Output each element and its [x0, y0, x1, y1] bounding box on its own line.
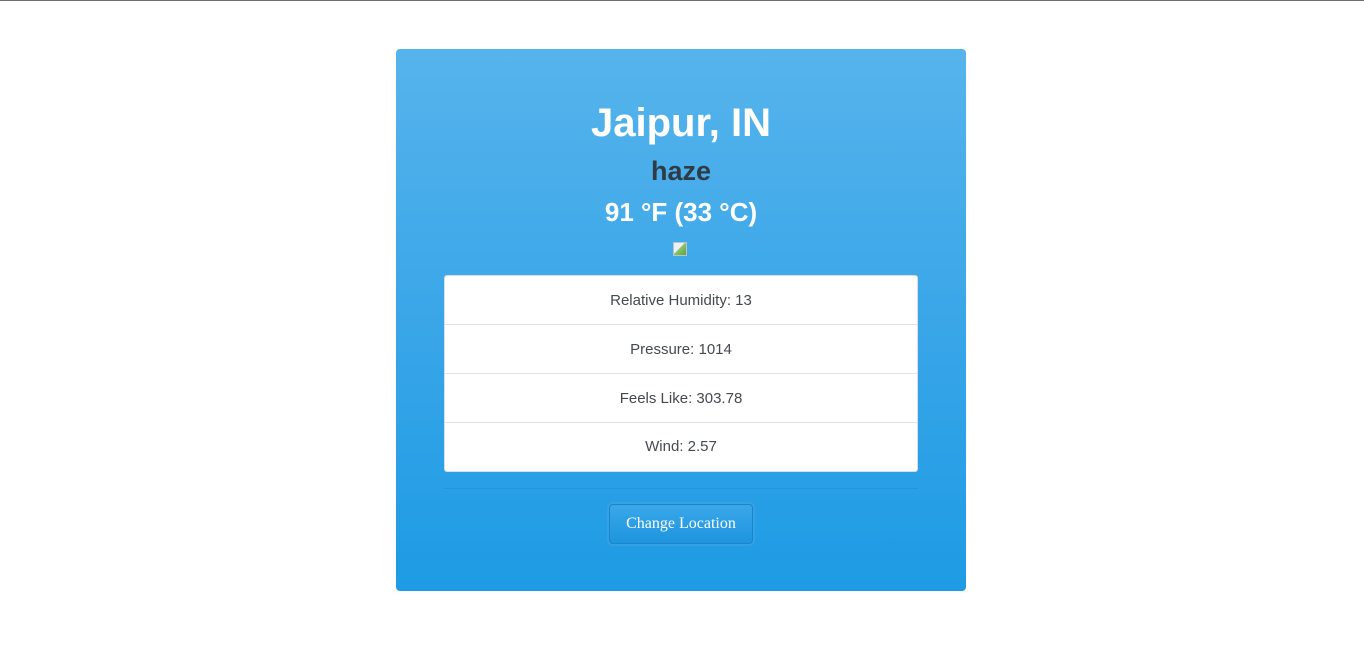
detail-feels-like: Feels Like: 303.78: [445, 374, 917, 423]
detail-pressure: Pressure: 1014: [445, 325, 917, 374]
temperature-reading: 91 °F (33 °C): [604, 197, 758, 227]
detail-wind: Wind: 2.57: [645, 438, 717, 455]
divider: [444, 488, 918, 489]
change-location-button[interactable]: Change Location: [609, 504, 753, 544]
weather-icon-container: [673, 242, 689, 258]
weather-card: Jaipur, IN haze 91 °F (33 °C) Relative H…: [396, 49, 966, 591]
weather-details-list: Relative Humidity: 13 Pressure: 1014 Fee…: [444, 275, 918, 472]
location-title: Jaipur, IN: [590, 101, 772, 145]
top-border: [0, 0, 1364, 1]
broken-image-icon: [673, 242, 687, 256]
detail-humidity: Relative Humidity: 13: [445, 276, 917, 325]
weather-condition: haze: [650, 156, 712, 186]
